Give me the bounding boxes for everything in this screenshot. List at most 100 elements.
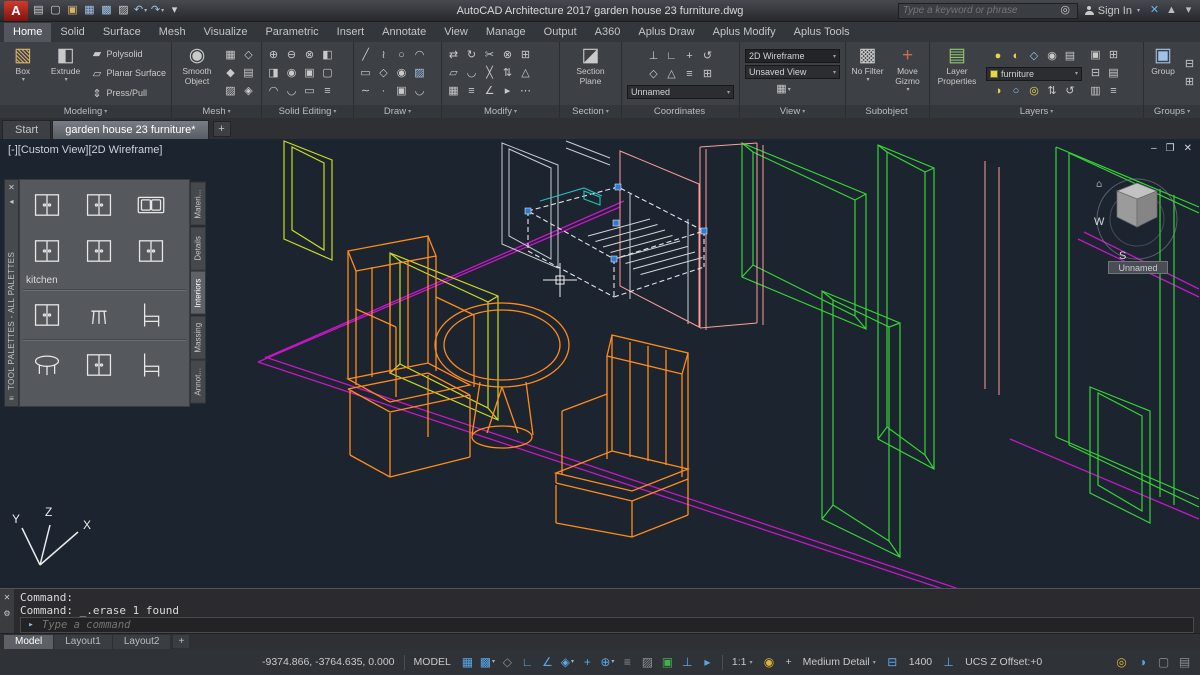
ucs-previous-icon[interactable]: ↺ xyxy=(699,48,716,65)
snap-mode-caret-icon[interactable]: ▾ xyxy=(492,659,495,665)
panel-label-section[interactable]: Section xyxy=(560,105,621,118)
slice-icon[interactable]: ◧ xyxy=(319,47,336,64)
panel-label-solid-editing[interactable]: Solid Editing xyxy=(262,105,353,118)
save-icon[interactable]: ▦ xyxy=(82,3,97,19)
palette-tab-annotation[interactable]: Annot... xyxy=(190,360,206,404)
palette-item-counter[interactable] xyxy=(25,293,69,337)
open-file-icon[interactable]: ▣ xyxy=(65,3,80,19)
ucs-world-icon[interactable]: ∟ xyxy=(663,48,680,65)
redo-icon[interactable]: ↷▾ xyxy=(150,3,165,19)
shell-icon[interactable]: ▭ xyxy=(301,83,318,100)
ribbon-tab-parametric[interactable]: Parametric xyxy=(256,23,327,42)
ucs-named-icon[interactable]: ≡ xyxy=(681,66,698,83)
move-icon[interactable]: ⇄ xyxy=(445,47,462,64)
palette-tab-interiors[interactable]: Interiors xyxy=(190,271,206,315)
hatch-icon[interactable]: ▨ xyxy=(411,65,428,82)
ucs-named-select[interactable]: Unnamed ▾ xyxy=(627,85,734,99)
ribbon-tab-insert[interactable]: Insert xyxy=(328,23,374,42)
layer-match-icon[interactable]: ▤ xyxy=(1062,48,1079,65)
arc-icon[interactable]: ◠ xyxy=(411,47,428,64)
viewcube-home-icon[interactable]: ⌂ xyxy=(1096,179,1102,190)
copy-icon[interactable]: ⊞ xyxy=(517,47,534,64)
infer-constraints-icon[interactable]: ◇ xyxy=(498,652,517,672)
ucs-face-icon[interactable]: ◇ xyxy=(645,66,662,83)
layer-merge-icon[interactable]: ⊞ xyxy=(1105,47,1122,64)
new-drawing-tab-button[interactable]: + xyxy=(213,121,231,137)
layout-tab-layout2[interactable]: Layout2 xyxy=(113,635,171,649)
rectangle-icon[interactable]: ▭ xyxy=(357,65,374,82)
polar-tracking-icon[interactable]: ∠ xyxy=(538,652,557,672)
panel-label-subobject[interactable]: Subobject xyxy=(846,105,929,118)
exchange-apps-icon[interactable]: ✕ xyxy=(1147,3,1162,19)
transparency-icon[interactable]: ▨ xyxy=(638,652,657,672)
layer-isolate-icon[interactable]: ◐ xyxy=(1008,48,1025,65)
layer-delete-icon[interactable]: ⊟ xyxy=(1087,65,1104,82)
ucs-z-offset-button[interactable]: UCS Z Offset:+0 xyxy=(961,656,1046,668)
undo-caret-icon[interactable]: ▾ xyxy=(144,8,147,14)
polysolid-button[interactable]: ▰Polysolid xyxy=(88,45,168,62)
snap-mode-icon[interactable]: ▩▾ xyxy=(478,652,497,672)
layer-off-all-icon[interactable]: ▥ xyxy=(1087,83,1104,100)
viewport-close-icon[interactable]: ✕ xyxy=(1184,143,1192,154)
object-snap-tracking-icon[interactable]: + xyxy=(578,652,597,672)
visual-style-select[interactable]: 2D Wireframe ▾ xyxy=(745,49,840,63)
array-icon[interactable]: ▦ xyxy=(445,83,462,100)
smooth-more-icon[interactable]: ◇ xyxy=(240,47,257,64)
customize-icon[interactable]: ▤ xyxy=(1175,652,1194,672)
erase-icon[interactable]: ⊗ xyxy=(499,47,516,64)
palette-tab-details[interactable]: Details xyxy=(190,227,206,271)
modify-more-icon[interactable]: ⋯ xyxy=(517,83,534,100)
chamfer-edge-icon[interactable]: ◡ xyxy=(283,83,300,100)
group-edit-icon[interactable]: ⊞ xyxy=(1182,75,1197,91)
layer-walk-icon[interactable]: ⇅ xyxy=(1044,83,1061,100)
palette-item-drawer-cabinet[interactable] xyxy=(77,229,121,273)
layer-previous-icon[interactable]: ↺ xyxy=(1062,83,1079,100)
dynamic-ucs-icon[interactable]: ⊥ xyxy=(678,652,697,672)
wireframe-frames-white[interactable] xyxy=(502,141,688,324)
command-input[interactable] xyxy=(42,619,1188,631)
ucs-origin-icon[interactable]: + xyxy=(681,48,698,65)
revision-cloud-icon[interactable]: ◡ xyxy=(411,83,428,100)
palette-autohide-icon[interactable]: ◂ xyxy=(6,196,17,207)
layer-unisolate-icon[interactable]: ◑ xyxy=(990,83,1007,100)
titlebar-dropdown-icon[interactable]: ▾ xyxy=(1181,3,1196,19)
subtract-icon[interactable]: ⊖ xyxy=(283,47,300,64)
wireframe-armchair-left[interactable] xyxy=(348,236,474,477)
new-layout-button[interactable]: + xyxy=(173,635,189,648)
redo-caret-icon[interactable]: ▾ xyxy=(161,8,164,14)
autodesk-app-icon[interactable]: ▲ xyxy=(1164,3,1179,19)
search-input[interactable] xyxy=(903,5,1054,16)
file-tab-start[interactable]: Start xyxy=(2,120,51,139)
smooth-object-button[interactable]: ◉ Smooth Object xyxy=(175,44,219,103)
smooth-less-icon[interactable]: ◆ xyxy=(222,65,239,82)
panel-label-draw[interactable]: Draw xyxy=(354,105,441,118)
wireframe-frames-salmon[interactable] xyxy=(620,143,999,395)
ribbon-tab-surface[interactable]: Surface xyxy=(94,23,150,42)
ribbon-tab-aplus-draw[interactable]: Aplus Draw xyxy=(629,23,703,42)
line-icon[interactable]: ╱ xyxy=(357,47,374,64)
point-icon[interactable]: · xyxy=(375,83,392,100)
box-button[interactable]: ▧ Box ▾ xyxy=(3,44,43,103)
palette-item-sideboard[interactable] xyxy=(77,343,121,387)
selection-grips[interactable] xyxy=(525,184,707,262)
isometric-drafting-caret-icon[interactable]: ▾ xyxy=(571,659,574,665)
palette-close-icon[interactable]: ✕ xyxy=(6,182,17,193)
view-name-select[interactable]: Unsaved View ▾ xyxy=(745,65,840,79)
cut-plane-value[interactable]: 1400 xyxy=(905,656,936,668)
panel-label-layers[interactable]: Layers xyxy=(930,105,1143,118)
palette-item-two-door-cabinet[interactable] xyxy=(25,229,69,273)
lengthen-icon[interactable]: ▸ xyxy=(499,83,516,100)
layer-settings-icon[interactable]: ≡ xyxy=(1105,83,1122,100)
palette-properties-icon[interactable]: ≡ xyxy=(6,393,17,404)
group-button[interactable]: ▣ Group xyxy=(1147,44,1179,103)
command-close-icon[interactable]: ✕ xyxy=(2,592,13,603)
wireframe-floor-magenta[interactable] xyxy=(258,201,1199,588)
new-file-icon[interactable]: ▢ xyxy=(48,3,63,19)
palette-item-tall-cabinet[interactable] xyxy=(77,183,121,227)
mesh-split-icon[interactable]: ◈ xyxy=(240,83,257,100)
scale-icon[interactable]: △ xyxy=(517,65,534,82)
ucs-z-icon[interactable]: ⊥ xyxy=(939,652,958,672)
ribbon-tab-a360[interactable]: A360 xyxy=(586,23,630,42)
command-customize-icon[interactable]: ⚙ xyxy=(2,608,13,619)
layer-off-icon[interactable]: ● xyxy=(990,48,1007,65)
